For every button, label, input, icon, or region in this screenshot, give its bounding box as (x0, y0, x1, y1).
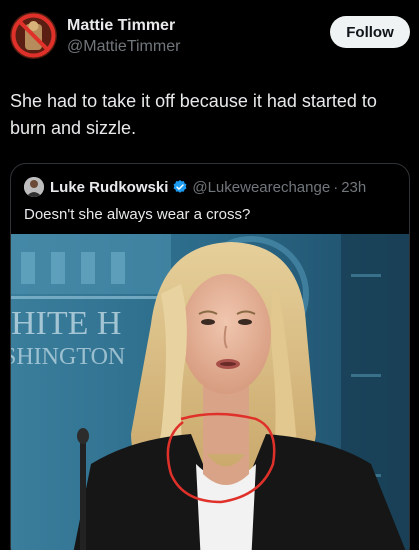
quoted-post-time[interactable]: 23h (341, 179, 366, 196)
quoted-post-header: Luke Rudkowski @Lukewearechange · 23h (24, 176, 366, 198)
quoted-post-image[interactable]: HITE H SHINGTON (11, 234, 409, 550)
author-avatar[interactable] (10, 12, 57, 59)
quoted-author-handle[interactable]: @Lukewearechange (192, 179, 330, 196)
quoted-author-avatar[interactable] (24, 177, 44, 197)
quoted-post-text: Doesn't she always wear a cross? (24, 206, 251, 223)
author-handle[interactable]: @MattieTimmer (67, 38, 180, 56)
post-header: Mattie Timmer @MattieTimmer Follow (10, 12, 410, 62)
backdrop-text-line1: HITE H (11, 305, 121, 342)
post-text: She had to take it off because it had st… (10, 91, 377, 138)
quoted-author-name[interactable]: Luke Rudkowski (50, 179, 168, 196)
person-icon (24, 177, 44, 197)
author-name[interactable]: Mattie Timmer (67, 17, 175, 35)
backdrop-text-line2: SHINGTON (11, 344, 125, 370)
separator-dot: · (333, 178, 339, 196)
verified-badge-icon (173, 180, 187, 193)
prohibited-sign-icon (10, 12, 57, 59)
follow-button[interactable]: Follow (330, 16, 410, 48)
quoted-post[interactable]: Luke Rudkowski @Lukewearechange · 23h Do… (10, 163, 410, 550)
